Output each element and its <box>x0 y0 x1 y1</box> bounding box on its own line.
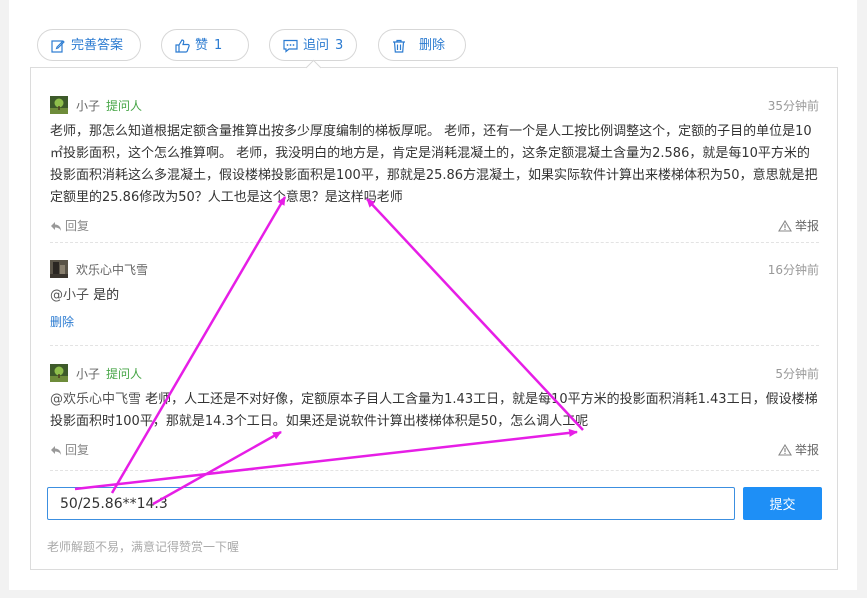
comment-item: 欢乐心中飞雪 16分钟前 @小子 是的 删除 <box>50 259 819 333</box>
mention[interactable]: @欢乐心中飞雪 <box>50 392 141 407</box>
comment-time: 5分钟前 <box>775 367 819 381</box>
warning-icon <box>778 219 792 232</box>
reply-input[interactable] <box>47 487 735 520</box>
thumbs-up-icon <box>175 39 190 53</box>
divider <box>50 345 819 346</box>
reply-label: 回复 <box>65 443 90 457</box>
comment-username[interactable]: 小子 <box>76 99 100 113</box>
tip-text: 老师解题不易，满意记得赞赏一下喔 <box>47 540 240 554</box>
report-button[interactable]: 举报 <box>778 217 819 234</box>
avatar <box>50 260 68 278</box>
report-button[interactable]: 举报 <box>778 441 819 458</box>
reply-button[interactable]: 回复 <box>50 441 89 458</box>
divider <box>50 242 819 243</box>
comment-text: 是的 <box>89 288 120 303</box>
asker-tag: 提问人 <box>106 367 143 381</box>
reply-label: 回复 <box>65 219 90 233</box>
reply-icon <box>51 222 61 231</box>
warning-icon <box>778 443 792 456</box>
comment-time: 35分钟前 <box>767 99 819 113</box>
edit-icon <box>51 40 65 53</box>
trash-icon <box>393 39 405 53</box>
divider <box>50 470 819 471</box>
like-button[interactable]: 赞1 <box>161 29 249 61</box>
comment-item: 小子 提问人 5分钟前 @欢乐心中飞雪 老师，人工还是不对好像，定额原本子目人工含… <box>50 363 819 461</box>
delete-comment-button[interactable]: 删除 <box>50 313 74 330</box>
follow-up-button[interactable]: 追问 3 <box>269 29 357 61</box>
comment-icon <box>283 39 298 53</box>
report-label: 举报 <box>794 443 819 457</box>
answer-card: 完善答案 赞1 追问 3 删除 小子 提问人 35分钟前 老师，那怎么知道根据定… <box>9 0 857 590</box>
follow-up-panel: 小子 提问人 35分钟前 老师，那怎么知道根据定额含量推算出按多少厚度编制的梯板厚… <box>30 67 838 570</box>
comment-item: 小子 提问人 35分钟前 老师，那怎么知道根据定额含量推算出按多少厚度编制的梯板厚… <box>50 95 819 237</box>
improve-answer-label: 完善答案 <box>71 38 124 53</box>
delete-answer-label: 删除 <box>419 38 446 53</box>
reply-button[interactable]: 回复 <box>50 217 89 234</box>
comment-username[interactable]: 欢乐心中飞雪 <box>76 263 148 277</box>
avatar <box>50 96 68 114</box>
reply-icon <box>51 446 61 455</box>
like-count: 1 <box>214 38 223 53</box>
like-label: 赞 <box>195 38 209 53</box>
comment-username[interactable]: 小子 <box>76 367 100 381</box>
follow-up-count: 3 <box>335 38 344 53</box>
improve-answer-button[interactable]: 完善答案 <box>37 29 141 61</box>
comment-time: 16分钟前 <box>767 263 819 277</box>
follow-up-label: 追问 <box>303 38 330 53</box>
delete-answer-button[interactable]: 删除 <box>378 29 466 61</box>
report-label: 举报 <box>794 219 819 233</box>
mention[interactable]: @小子 <box>50 288 89 303</box>
comment-text: 老师，人工还是不对好像，定额原本子目人工含量为1.43工日，就是每10平方米的投… <box>50 392 818 429</box>
asker-tag: 提问人 <box>106 99 143 113</box>
comment-text: 老师，那怎么知道根据定额含量推算出按多少厚度编制的梯板厚呢。 老师，还有一个是人… <box>50 124 818 205</box>
avatar <box>50 364 68 382</box>
submit-button[interactable]: 提交 <box>743 487 822 520</box>
